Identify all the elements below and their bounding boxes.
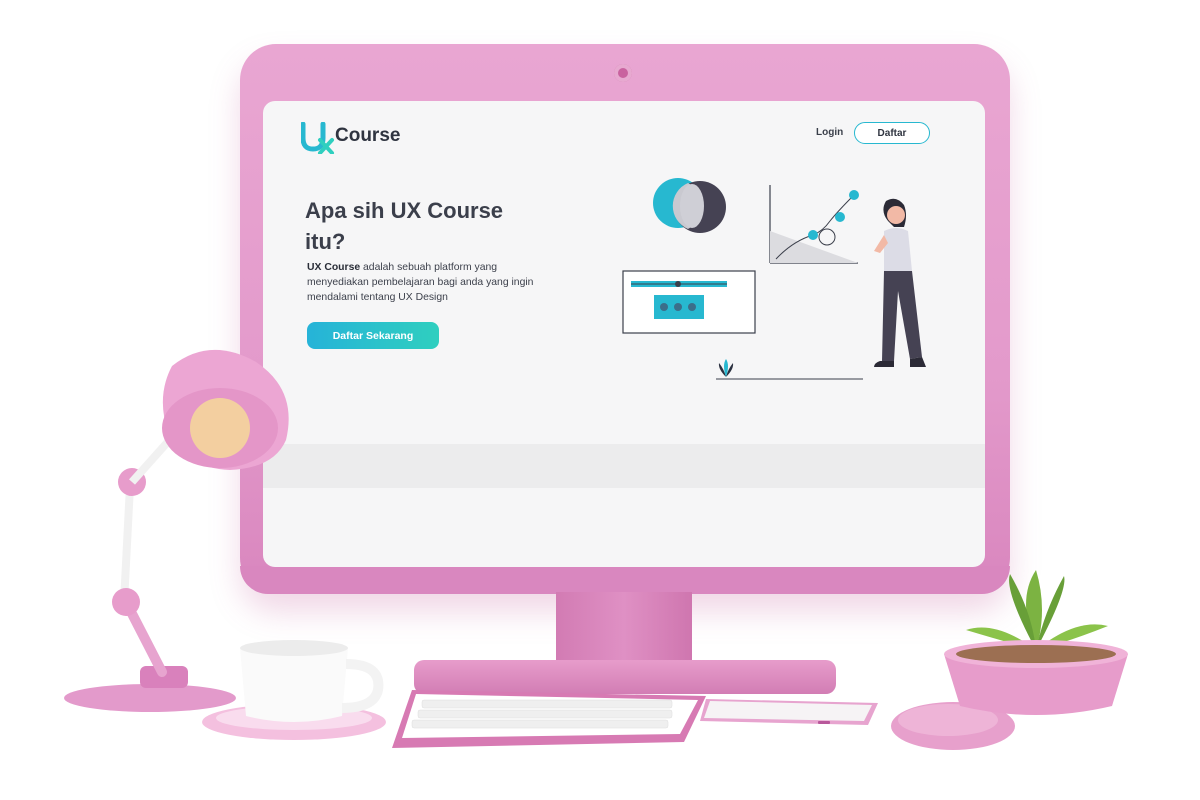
register-button[interactable]: Daftar [854,122,930,144]
monitor-stand-base [414,660,836,694]
register-now-button[interactable]: Daftar Sekarang [307,322,439,349]
woman-figure-icon [874,198,926,367]
ux-course-logo-icon[interactable] [301,122,337,154]
phone-icon [700,699,878,725]
venn-diagram-icon [653,178,726,233]
logo-text[interactable]: Course [335,125,400,147]
keyboard-icon [392,690,706,748]
monitor-chin [240,566,1010,594]
monitor-screen: Course Login Daftar Apa sih UX Course it… [263,101,985,567]
leaf-plant-icon [716,359,863,380]
slider-window-icon [622,270,756,334]
section-divider-band [263,444,985,488]
hero-title: Apa sih UX Course itu? [305,198,504,254]
hero-illustration [622,178,926,380]
hero-description: UX Course adalah sebuah platform yang me… [307,260,547,305]
login-link[interactable]: Login [816,127,843,138]
desk-lamp-icon [64,349,289,712]
potted-plant-icon [944,570,1128,715]
growth-chart-icon [769,185,859,264]
webcam-icon [614,64,632,82]
hero-description-bold: UX Course [307,262,361,273]
